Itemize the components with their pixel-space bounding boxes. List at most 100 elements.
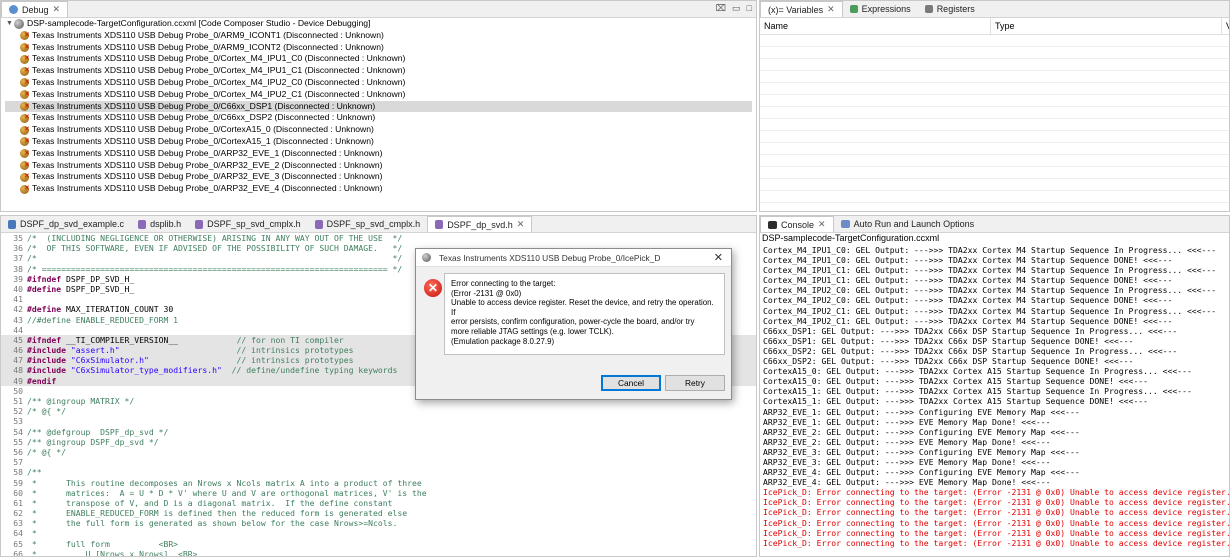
- maximize-icon[interactable]: □: [747, 3, 752, 14]
- close-icon[interactable]: ✕: [53, 4, 61, 15]
- c-header-file-icon: [314, 219, 323, 229]
- launch-config-icon: [14, 18, 24, 29]
- tab-console[interactable]: Console ✕: [760, 216, 834, 232]
- line-text: /**: [27, 467, 42, 478]
- tree-item[interactable]: ✕ Texas Instruments XDS110 USB Debug Prob…: [5, 30, 752, 42]
- tree-item[interactable]: ✕ Texas Instruments XDS110 USB Debug Prob…: [5, 42, 752, 54]
- minimize-icon[interactable]: ▭: [732, 3, 741, 14]
- tab-registers[interactable]: Registers: [918, 1, 982, 17]
- console-error-line: IcePick_D: Error connecting to the targe…: [763, 517, 1229, 528]
- tab-editor-label: DSPF_dp_svd_example.c: [20, 219, 125, 229]
- tree-item-label: Texas Instruments XDS110 USB Debug Probe…: [32, 159, 383, 170]
- remove-all-terminated-icon[interactable]: ⌧: [716, 3, 726, 14]
- tree-item[interactable]: ✕ Texas Instruments XDS110 USB Debug Prob…: [5, 183, 752, 195]
- console-line: Cortex_M4_IPU1_C1: GEL Output: --->>> TD…: [763, 275, 1173, 286]
- message-line: Unable to access device register. Reset …: [451, 298, 714, 317]
- line-number: 38: [13, 263, 23, 274]
- error-dialog: Texas Instruments XDS110 USB Debug Probe…: [415, 248, 732, 400]
- close-icon[interactable]: ✕: [818, 219, 826, 230]
- console-error-line: IcePick_D: Error connecting to the targe…: [763, 487, 1229, 498]
- tree-item-label: Texas Instruments XDS110 USB Debug Probe…: [32, 171, 383, 182]
- tree-item[interactable]: ✕ Texas Instruments XDS110 USB Debug Prob…: [5, 77, 752, 89]
- line-text: * U [Nrows x Nrows] <BR>: [27, 548, 198, 557]
- close-icon[interactable]: ✕: [827, 4, 835, 15]
- tab-expressions[interactable]: Expressions: [843, 1, 918, 17]
- column-name-label: Name: [764, 21, 789, 31]
- close-icon[interactable]: ✕: [517, 219, 525, 230]
- column-value[interactable]: V: [1222, 18, 1229, 34]
- line-number: 61: [13, 497, 23, 508]
- console-line: Cortex_M4_IPU2_C1: GEL Output: --->>> TD…: [763, 315, 1173, 326]
- tree-item[interactable]: ✕ Texas Instruments XDS110 USB Debug Prob…: [5, 148, 752, 160]
- tree-item[interactable]: ✕ Texas Instruments XDS110 USB Debug Prob…: [5, 160, 752, 172]
- line-text: * the full form is generated as shown be…: [27, 518, 398, 529]
- tree-item[interactable]: ✕ Texas Instruments XDS110 USB Debug Prob…: [5, 100, 752, 113]
- tab-editor-file[interactable]: dsplib.h: [131, 216, 188, 232]
- close-icon[interactable]: ✕: [714, 251, 723, 264]
- tab-editor-file[interactable]: DSPF_dp_svd.h ✕: [427, 216, 533, 232]
- tab-variables[interactable]: (x)= Variables ✕: [760, 1, 843, 17]
- line-number: 36: [13, 243, 23, 254]
- console-line: CortexA15_0: GEL Output: --->>> TDA2xx C…: [763, 376, 1148, 387]
- line-number: 55: [13, 436, 23, 447]
- tab-editor-label: DSPF_sp_svd_cmplx.h: [326, 219, 421, 229]
- console-line: Cortex_M4_IPU1_C0: GEL Output: --->>> TD…: [763, 255, 1173, 266]
- disconnected-icon: ✕: [24, 43, 30, 51]
- retry-button[interactable]: Retry: [665, 375, 725, 391]
- console-line: CortexA15_0: GEL Output: --->>> TDA2xx C…: [763, 366, 1192, 377]
- tree-item-label: Texas Instruments XDS110 USB Debug Probe…: [32, 112, 376, 123]
- cancel-button[interactable]: Cancel: [601, 375, 661, 391]
- line-number: 40: [13, 283, 23, 294]
- tree-root[interactable]: ▼ DSP-samplecode-TargetConfiguration.ccx…: [5, 18, 752, 30]
- tab-editor-file[interactable]: DSPF_sp_svd_cmplx.h: [308, 216, 428, 232]
- tab-auto-run[interactable]: Auto Run and Launch Options: [834, 216, 982, 232]
- line-number: 58: [13, 467, 23, 478]
- tree-item-label: Texas Instruments XDS110 USB Debug Probe…: [32, 100, 376, 111]
- tab-editor-label: dsplib.h: [150, 219, 182, 229]
- tree-item[interactable]: ✕ Texas Instruments XDS110 USB Debug Prob…: [5, 53, 752, 65]
- disconnected-icon: ✕: [24, 67, 30, 75]
- expressions-icon: [849, 5, 858, 13]
- disconnected-icon: ✕: [24, 55, 30, 63]
- line-text: * transpose of V, and D is a diagonal ma…: [27, 497, 393, 508]
- disconnected-icon: ✕: [24, 185, 30, 193]
- tree-item[interactable]: ✕ Texas Instruments XDS110 USB Debug Prob…: [5, 112, 752, 124]
- line-text: #include "assert.h" // intrinsics protot…: [27, 345, 354, 356]
- column-name[interactable]: Name: [760, 18, 991, 34]
- line-number: 35: [13, 233, 23, 243]
- tree-item[interactable]: ✕ Texas Instruments XDS110 USB Debug Prob…: [5, 136, 752, 148]
- dialog-titlebar[interactable]: Texas Instruments XDS110 USB Debug Probe…: [416, 249, 731, 267]
- code-line: 54 /** @defgroup DSPF_dp_svd */: [1, 427, 756, 437]
- debug-bug-icon: [9, 5, 18, 14]
- c-source-file-icon: [8, 219, 16, 229]
- line-text: /** @ingroup MATRIX */: [27, 396, 135, 406]
- console-line: C66xx_DSP2: GEL Output: --->>> TDA2xx C6…: [763, 356, 1134, 367]
- tree-item[interactable]: ✕ Texas Instruments XDS110 USB Debug Prob…: [5, 124, 752, 136]
- message-line: (Emulation package 8.0.27.9): [451, 336, 555, 346]
- tree-item[interactable]: ✕ Texas Instruments XDS110 USB Debug Prob…: [5, 89, 752, 101]
- tab-editor-file[interactable]: DSPF_dp_svd_example.c: [1, 216, 131, 232]
- tree-item[interactable]: ✕ Texas Instruments XDS110 USB Debug Prob…: [5, 171, 752, 183]
- line-number: 42: [13, 304, 23, 315]
- chevron-down-icon[interactable]: ▼: [5, 18, 14, 30]
- line-text: #include "C6xSimulator_type_modifiers.h"…: [27, 365, 398, 376]
- tab-debug[interactable]: Debug ✕: [1, 1, 69, 17]
- column-type[interactable]: Type: [991, 18, 1222, 34]
- disconnected-icon: ✕: [24, 114, 30, 122]
- code-line: 55 /** @ingroup DSPF_dp_svd */: [1, 437, 756, 447]
- tab-editor-file[interactable]: DSPF_sp_svd_cmplx.h: [188, 216, 308, 232]
- line-number: 65: [13, 538, 23, 549]
- message-line: more reliable JTAG settings (e.g. lower …: [451, 326, 614, 336]
- line-text: * This routine decomposes an Nrows x Nco…: [27, 477, 422, 488]
- line-text: /* =====================================…: [27, 263, 403, 274]
- tree-item-label: Texas Instruments XDS110 USB Debug Probe…: [32, 135, 374, 146]
- line-text: * ENABLE_REDUCED_FORM is defined then th…: [27, 508, 408, 519]
- tab-variables-label: (x)= Variables: [768, 4, 824, 15]
- console-output[interactable]: DSP-samplecode-TargetConfiguration.ccxml…: [760, 233, 1229, 556]
- tree-item[interactable]: ✕ Texas Instruments XDS110 USB Debug Prob…: [5, 65, 752, 77]
- disconnected-icon: ✕: [24, 173, 30, 181]
- code-line: 63 * the full form is generated as shown…: [1, 518, 756, 528]
- tree-item-label: Texas Instruments XDS110 USB Debug Probe…: [32, 124, 374, 135]
- console-line: ARP32_EVE_1: GEL Output: --->>> EVE Memo…: [763, 416, 1051, 427]
- line-text: #define DSPF_DP_SVD_H_: [27, 283, 135, 294]
